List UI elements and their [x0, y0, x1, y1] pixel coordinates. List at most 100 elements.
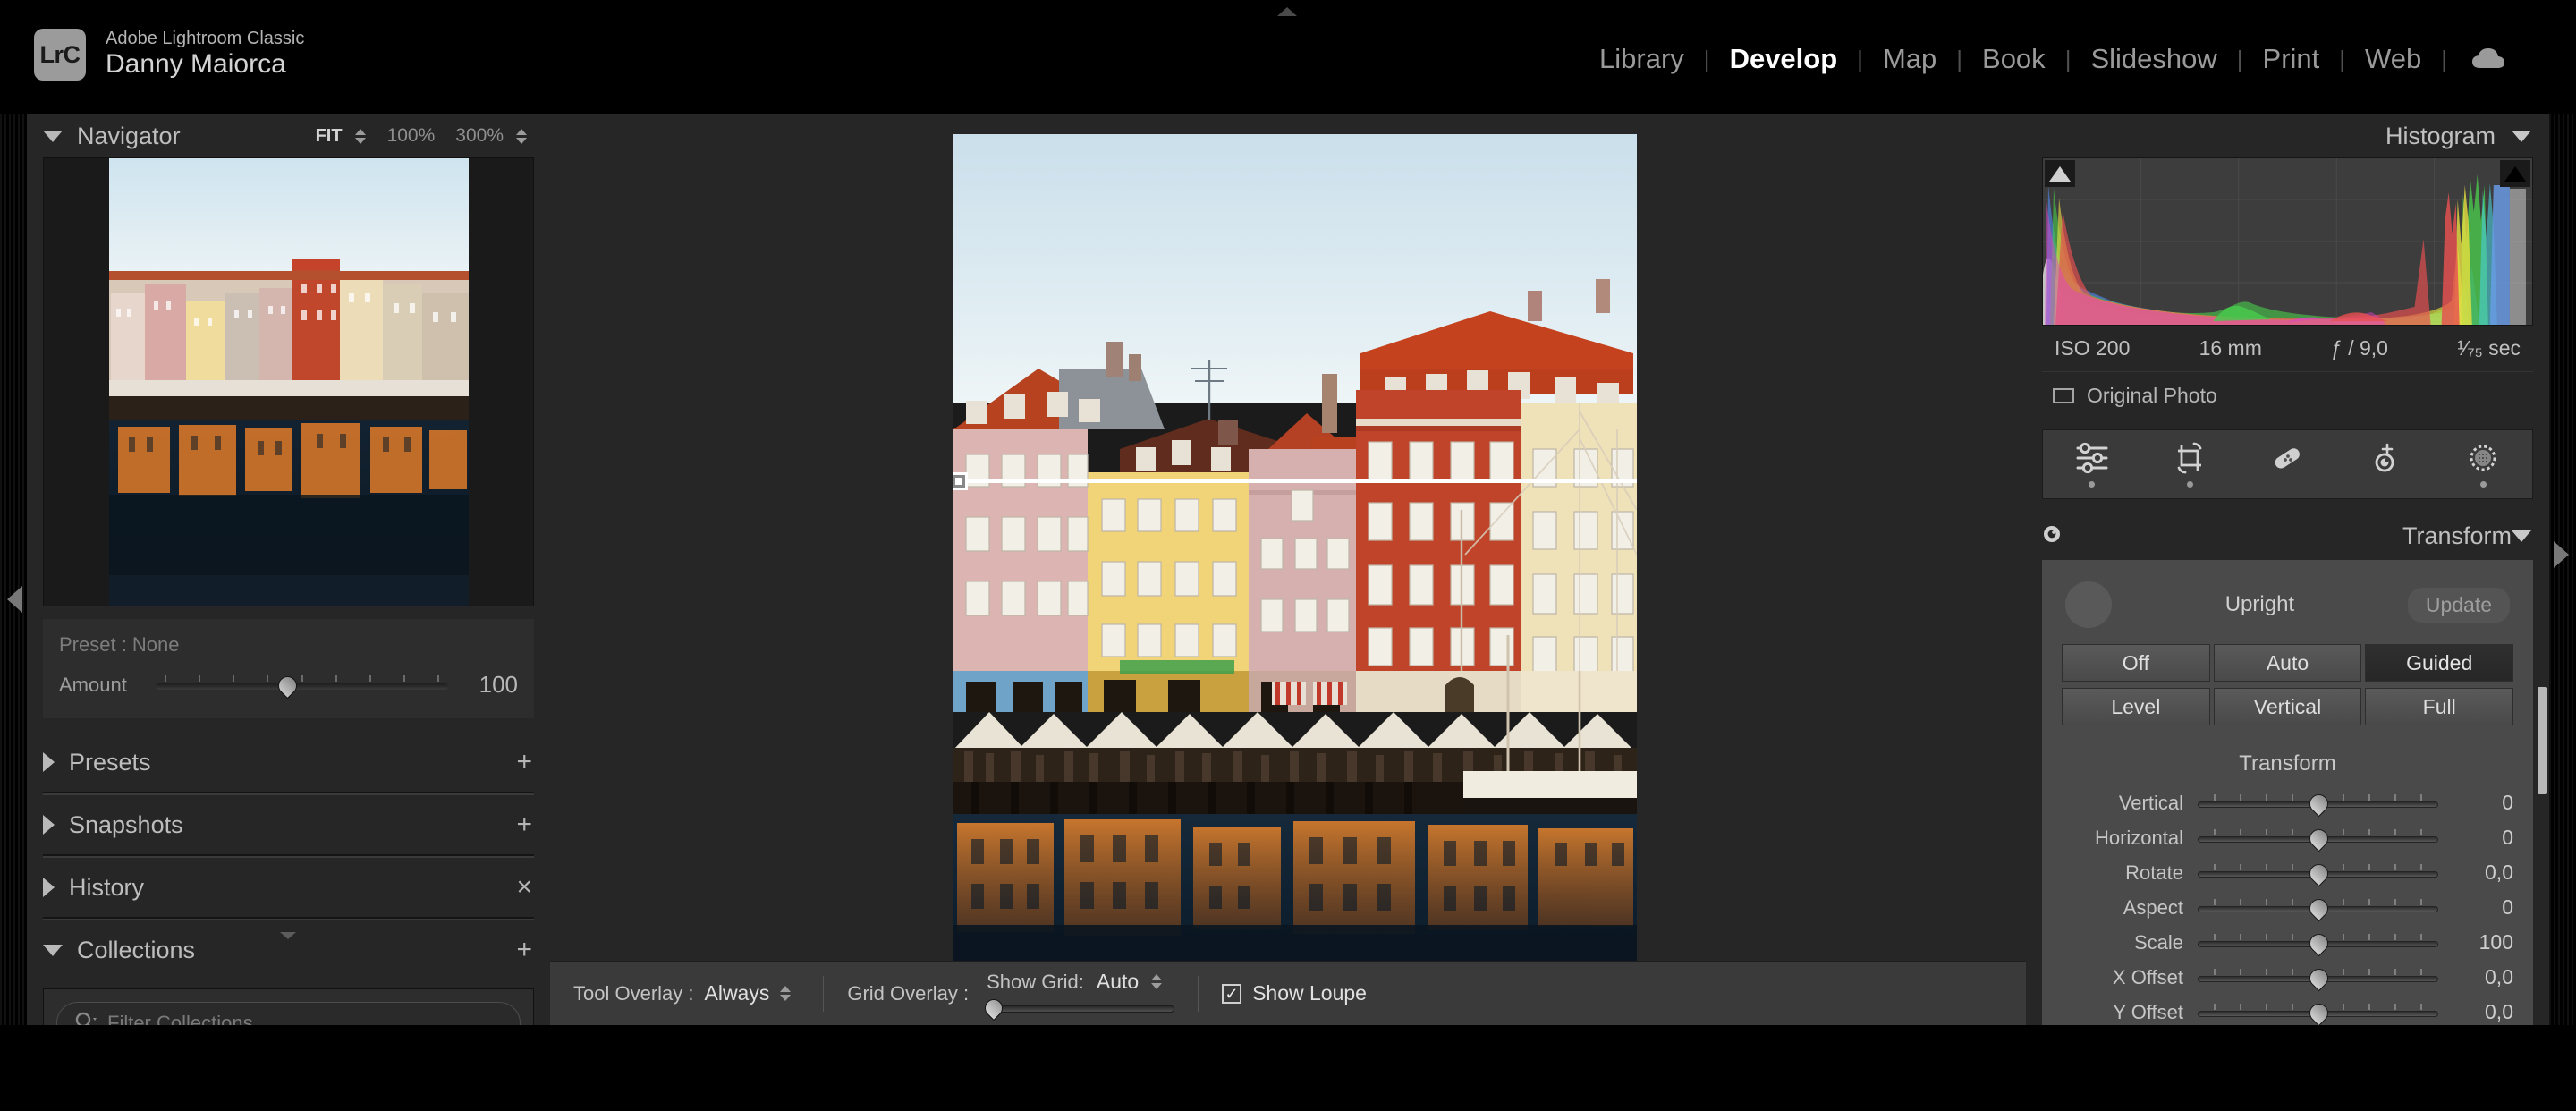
- rotate-slider[interactable]: [2198, 863, 2438, 883]
- masking-icon[interactable]: [2465, 441, 2501, 488]
- preset-name-label: Preset : None: [59, 633, 518, 657]
- triangle-down-icon[interactable]: [2512, 131, 2531, 142]
- show-loupe-checkbox[interactable]: ✓: [1222, 984, 1241, 1004]
- upright-preview-circle[interactable]: [2065, 581, 2112, 628]
- history-clear-icon[interactable]: ×: [516, 874, 532, 901]
- module-library[interactable]: Library: [1580, 43, 1704, 75]
- zoom-fit-option[interactable]: FIT: [308, 126, 351, 147]
- basic-adjustments-icon[interactable]: [2074, 441, 2110, 488]
- top-bar: LrC Adobe Lightroom Classic Danny Maiorc…: [0, 0, 2576, 114]
- aspect-value[interactable]: 0: [2438, 895, 2513, 920]
- module-web[interactable]: Web: [2345, 43, 2441, 75]
- module-separator: |: [1857, 46, 1863, 73]
- zoom-level-stepper-icon[interactable]: [516, 129, 527, 144]
- grid-slider-knob[interactable]: [981, 996, 1006, 1021]
- scale-slider[interactable]: [2198, 933, 2438, 953]
- module-develop[interactable]: Develop: [1710, 43, 1858, 75]
- spot-removal-icon[interactable]: [2269, 441, 2305, 488]
- show-grid-stepper-icon[interactable]: [1151, 974, 1162, 989]
- module-book[interactable]: Book: [1962, 43, 2065, 75]
- slider-row-scale: Scale 100: [2042, 925, 2533, 960]
- presets-add-icon[interactable]: +: [516, 749, 532, 776]
- guided-upright-handle-left[interactable]: [953, 472, 968, 490]
- left-panel: Navigator FIT 100% 300%: [27, 114, 550, 1025]
- y-offset-slider[interactable]: [2198, 1003, 2438, 1022]
- shadow-clipping-indicator-icon[interactable]: [2045, 160, 2075, 187]
- sidebar-item-snapshots[interactable]: Snapshots +: [27, 795, 550, 854]
- cloud-sync-icon[interactable]: [2470, 47, 2506, 72]
- upright-mode-guided[interactable]: Guided: [2365, 644, 2513, 682]
- y-offset-value[interactable]: 0,0: [2438, 1000, 2513, 1024]
- triangle-right-icon[interactable]: [43, 752, 55, 772]
- snapshots-add-icon[interactable]: +: [516, 811, 532, 838]
- rotate-label: Rotate: [2062, 861, 2198, 885]
- show-grid-value[interactable]: Auto: [1097, 970, 1139, 994]
- collections-add-icon[interactable]: +: [516, 937, 532, 963]
- horizontal-slider[interactable]: [2198, 828, 2438, 848]
- tool-overlay-value[interactable]: Always: [705, 981, 770, 1005]
- x-offset-value[interactable]: 0,0: [2438, 965, 2513, 989]
- red-eye-correction-icon[interactable]: [2368, 441, 2403, 488]
- transform-header[interactable]: Transform: [2026, 512, 2549, 560]
- aspect-slider[interactable]: [2198, 898, 2438, 918]
- upright-mode-full[interactable]: Full: [2365, 688, 2513, 725]
- eye-visibility-icon[interactable]: [2040, 524, 2063, 548]
- upright-mode-auto[interactable]: Auto: [2214, 644, 2362, 682]
- triangle-down-icon[interactable]: [2512, 530, 2531, 542]
- right-edge-stripes: [2549, 114, 2576, 1025]
- histogram-graph[interactable]: [2042, 157, 2533, 326]
- guided-upright-line[interactable]: [953, 479, 1637, 483]
- zoom-fit-stepper-icon[interactable]: [355, 129, 366, 144]
- zoom-300-option[interactable]: 300%: [447, 125, 512, 147]
- zoom-100-option[interactable]: 100%: [379, 125, 444, 147]
- left-panel-collapse-arrow-icon[interactable]: [7, 586, 22, 613]
- right-panel-scrollbar[interactable]: [2538, 687, 2547, 794]
- upright-mode-vertical[interactable]: Vertical: [2214, 688, 2362, 725]
- highlight-clipping-indicator-icon[interactable]: [2500, 160, 2530, 187]
- crop-overlay-icon[interactable]: [2172, 441, 2207, 488]
- triangle-right-icon[interactable]: [43, 815, 55, 835]
- horizontal-value[interactable]: 0: [2438, 826, 2513, 850]
- histogram-header[interactable]: Histogram: [2026, 114, 2549, 157]
- navigator-header[interactable]: Navigator FIT 100% 300%: [27, 114, 550, 157]
- amount-value[interactable]: 100: [462, 671, 518, 699]
- upright-mode-level[interactable]: Level: [2062, 688, 2210, 725]
- iso-value: ISO 200: [2055, 336, 2130, 360]
- upright-mode-off[interactable]: Off: [2062, 644, 2210, 682]
- triangle-down-icon[interactable]: [43, 945, 63, 956]
- amount-label: Amount: [59, 674, 141, 697]
- lightroom-window: LrC Adobe Lightroom Classic Danny Maiorc…: [0, 0, 2576, 1111]
- grid-overlay-group: Grid Overlay : Show Grid: Auto: [847, 970, 1174, 1017]
- sidebar-item-collections[interactable]: Collections +: [27, 920, 550, 980]
- amount-slider-ticks: [156, 675, 448, 682]
- rotate-value[interactable]: 0,0: [2438, 861, 2513, 885]
- navigator-title: Navigator: [77, 123, 181, 150]
- original-photo-row[interactable]: Original Photo: [2042, 372, 2533, 419]
- top-panel-collapse-handle[interactable]: [1277, 7, 1297, 16]
- photo-loupe-view[interactable]: [953, 134, 1637, 995]
- upright-update-button[interactable]: Update: [2408, 588, 2510, 623]
- grid-size-slider[interactable]: [987, 999, 1174, 1017]
- sidebar-item-history[interactable]: History ×: [27, 858, 550, 917]
- module-map[interactable]: Map: [1863, 43, 1956, 75]
- transform-section-label: Transform: [2042, 732, 2533, 785]
- show-loupe-group[interactable]: ✓ Show Loupe: [1222, 981, 1367, 1005]
- right-panel-collapse-arrow-icon[interactable]: [2554, 541, 2569, 568]
- navigator-preview[interactable]: [43, 157, 534, 606]
- module-print[interactable]: Print: [2243, 43, 2340, 75]
- triangle-right-icon[interactable]: [43, 878, 55, 897]
- amount-slider[interactable]: [156, 675, 448, 695]
- left-panel-resize-grip[interactable]: [280, 932, 296, 939]
- slider-row-vertical: Vertical 0: [2042, 785, 2533, 820]
- module-separator: |: [2441, 46, 2447, 73]
- triangle-down-icon[interactable]: [43, 131, 63, 142]
- module-slideshow[interactable]: Slideshow: [2071, 43, 2236, 75]
- left-edge-stripes: [0, 114, 27, 1025]
- photo-stage[interactable]: [550, 114, 2039, 961]
- tool-overlay-stepper-icon[interactable]: [780, 986, 791, 1001]
- sidebar-item-presets[interactable]: Presets +: [27, 733, 550, 792]
- x-offset-slider[interactable]: [2198, 968, 2438, 988]
- vertical-value[interactable]: 0: [2438, 791, 2513, 815]
- scale-value[interactable]: 100: [2438, 930, 2513, 954]
- vertical-slider[interactable]: [2198, 793, 2438, 813]
